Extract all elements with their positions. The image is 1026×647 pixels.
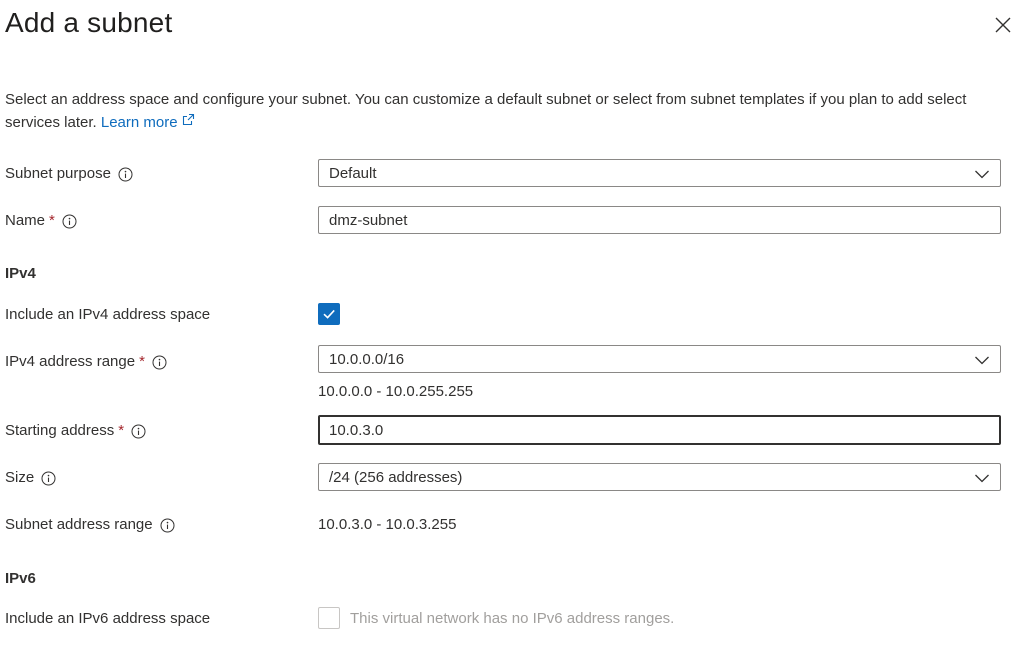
- include-ipv4-checkbox[interactable]: [318, 303, 340, 325]
- size-value: /24 (256 addresses): [329, 468, 463, 486]
- info-icon[interactable]: [131, 424, 146, 439]
- ipv6-disabled-message: This virtual network has no IPv6 address…: [350, 610, 675, 627]
- required-marker: *: [139, 353, 145, 370]
- include-ipv6-checkbox: [318, 607, 340, 629]
- info-icon[interactable]: [41, 471, 56, 486]
- ipv4-address-range-hint: 10.0.0.0 - 10.0.255.255: [318, 383, 474, 400]
- subnet-purpose-value: Default: [329, 164, 377, 182]
- chevron-down-icon: [974, 167, 990, 179]
- subnet-address-range-value: 10.0.3.0 - 10.0.3.255: [318, 516, 457, 533]
- required-marker: *: [49, 212, 55, 229]
- learn-more-link[interactable]: Learn more: [101, 111, 195, 131]
- ipv4-section-title: IPv4: [5, 265, 36, 282]
- ipv6-section-title: IPv6: [5, 570, 36, 587]
- chevron-down-icon: [974, 353, 990, 365]
- description: Select an address space and configure yo…: [5, 89, 1010, 134]
- required-marker: *: [118, 422, 125, 439]
- chevron-down-icon: [974, 471, 990, 483]
- subnet-address-range-label: Subnet address range: [5, 515, 175, 535]
- starting-address-value: 10.0.3.0: [329, 421, 384, 439]
- name-label: Name *: [5, 211, 77, 231]
- starting-address-label: Starting address *: [5, 421, 146, 441]
- close-icon[interactable]: [992, 14, 1014, 36]
- info-icon[interactable]: [62, 214, 77, 229]
- name-input[interactable]: dmz-subnet: [318, 206, 1001, 234]
- panel-title: Add a subnet: [5, 7, 173, 38]
- info-icon[interactable]: [152, 355, 167, 370]
- starting-address-input[interactable]: 10.0.3.0: [318, 415, 1001, 445]
- info-icon[interactable]: [160, 518, 175, 533]
- size-label: Size: [5, 468, 56, 488]
- ipv4-address-range-label: IPv4 address range *: [5, 352, 167, 372]
- subnet-purpose-label: Subnet purpose: [5, 164, 133, 184]
- info-icon[interactable]: [118, 167, 133, 182]
- ipv4-address-range-dropdown[interactable]: 10.0.0.0/16: [318, 345, 1001, 373]
- name-value: dmz-subnet: [329, 211, 408, 229]
- subnet-purpose-dropdown[interactable]: Default: [318, 159, 1001, 187]
- ipv4-address-range-value: 10.0.0.0/16: [329, 350, 405, 368]
- external-link-icon: [182, 111, 195, 126]
- include-ipv4-label: Include an IPv4 address space: [5, 306, 211, 323]
- checkmark-icon: [323, 309, 335, 319]
- size-dropdown[interactable]: /24 (256 addresses): [318, 463, 1001, 491]
- include-ipv6-label: Include an IPv6 address space: [5, 610, 211, 627]
